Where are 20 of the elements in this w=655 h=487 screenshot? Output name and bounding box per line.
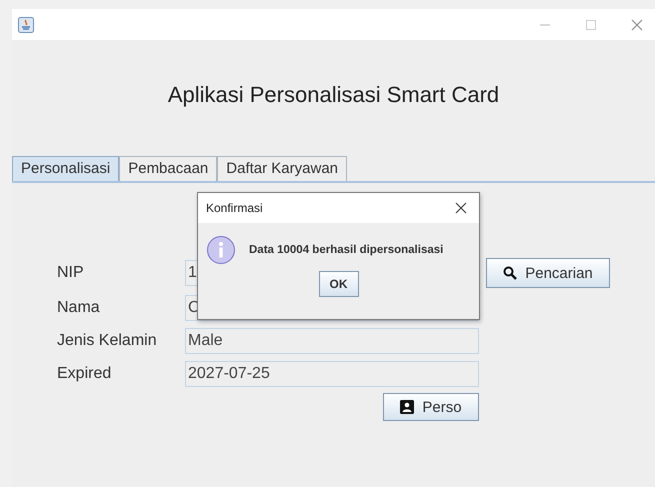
info-icon — [206, 235, 236, 265]
close-icon[interactable] — [455, 202, 467, 214]
search-icon — [503, 266, 518, 280]
app-heading: Aplikasi Personalisasi Smart Card — [166, 81, 500, 109]
search-button[interactable]: Pencarian — [486, 258, 610, 288]
dialog-message: Data 10004 berhasil dipersonalisasi — [249, 244, 444, 256]
dialog-title: Konfirmasi — [206, 201, 263, 215]
input-field[interactable]: 2027-07-25 — [185, 361, 479, 387]
perso-button[interactable]: Perso — [383, 393, 479, 421]
field-label: NIP — [57, 264, 85, 282]
java-icon — [18, 16, 34, 32]
contact-card-icon — [400, 400, 414, 414]
input-field[interactable]: Male — [185, 328, 479, 354]
field-label: Jenis Kelamin — [57, 332, 158, 350]
ok-button[interactable]: OK — [318, 271, 358, 297]
tab[interactable]: Pembacaan — [119, 156, 218, 181]
tab[interactable]: Personalisasi — [12, 156, 120, 181]
tab[interactable]: Daftar Karyawan — [217, 156, 347, 181]
field-label: Expired — [57, 365, 112, 383]
field-label: Nama — [57, 299, 101, 317]
